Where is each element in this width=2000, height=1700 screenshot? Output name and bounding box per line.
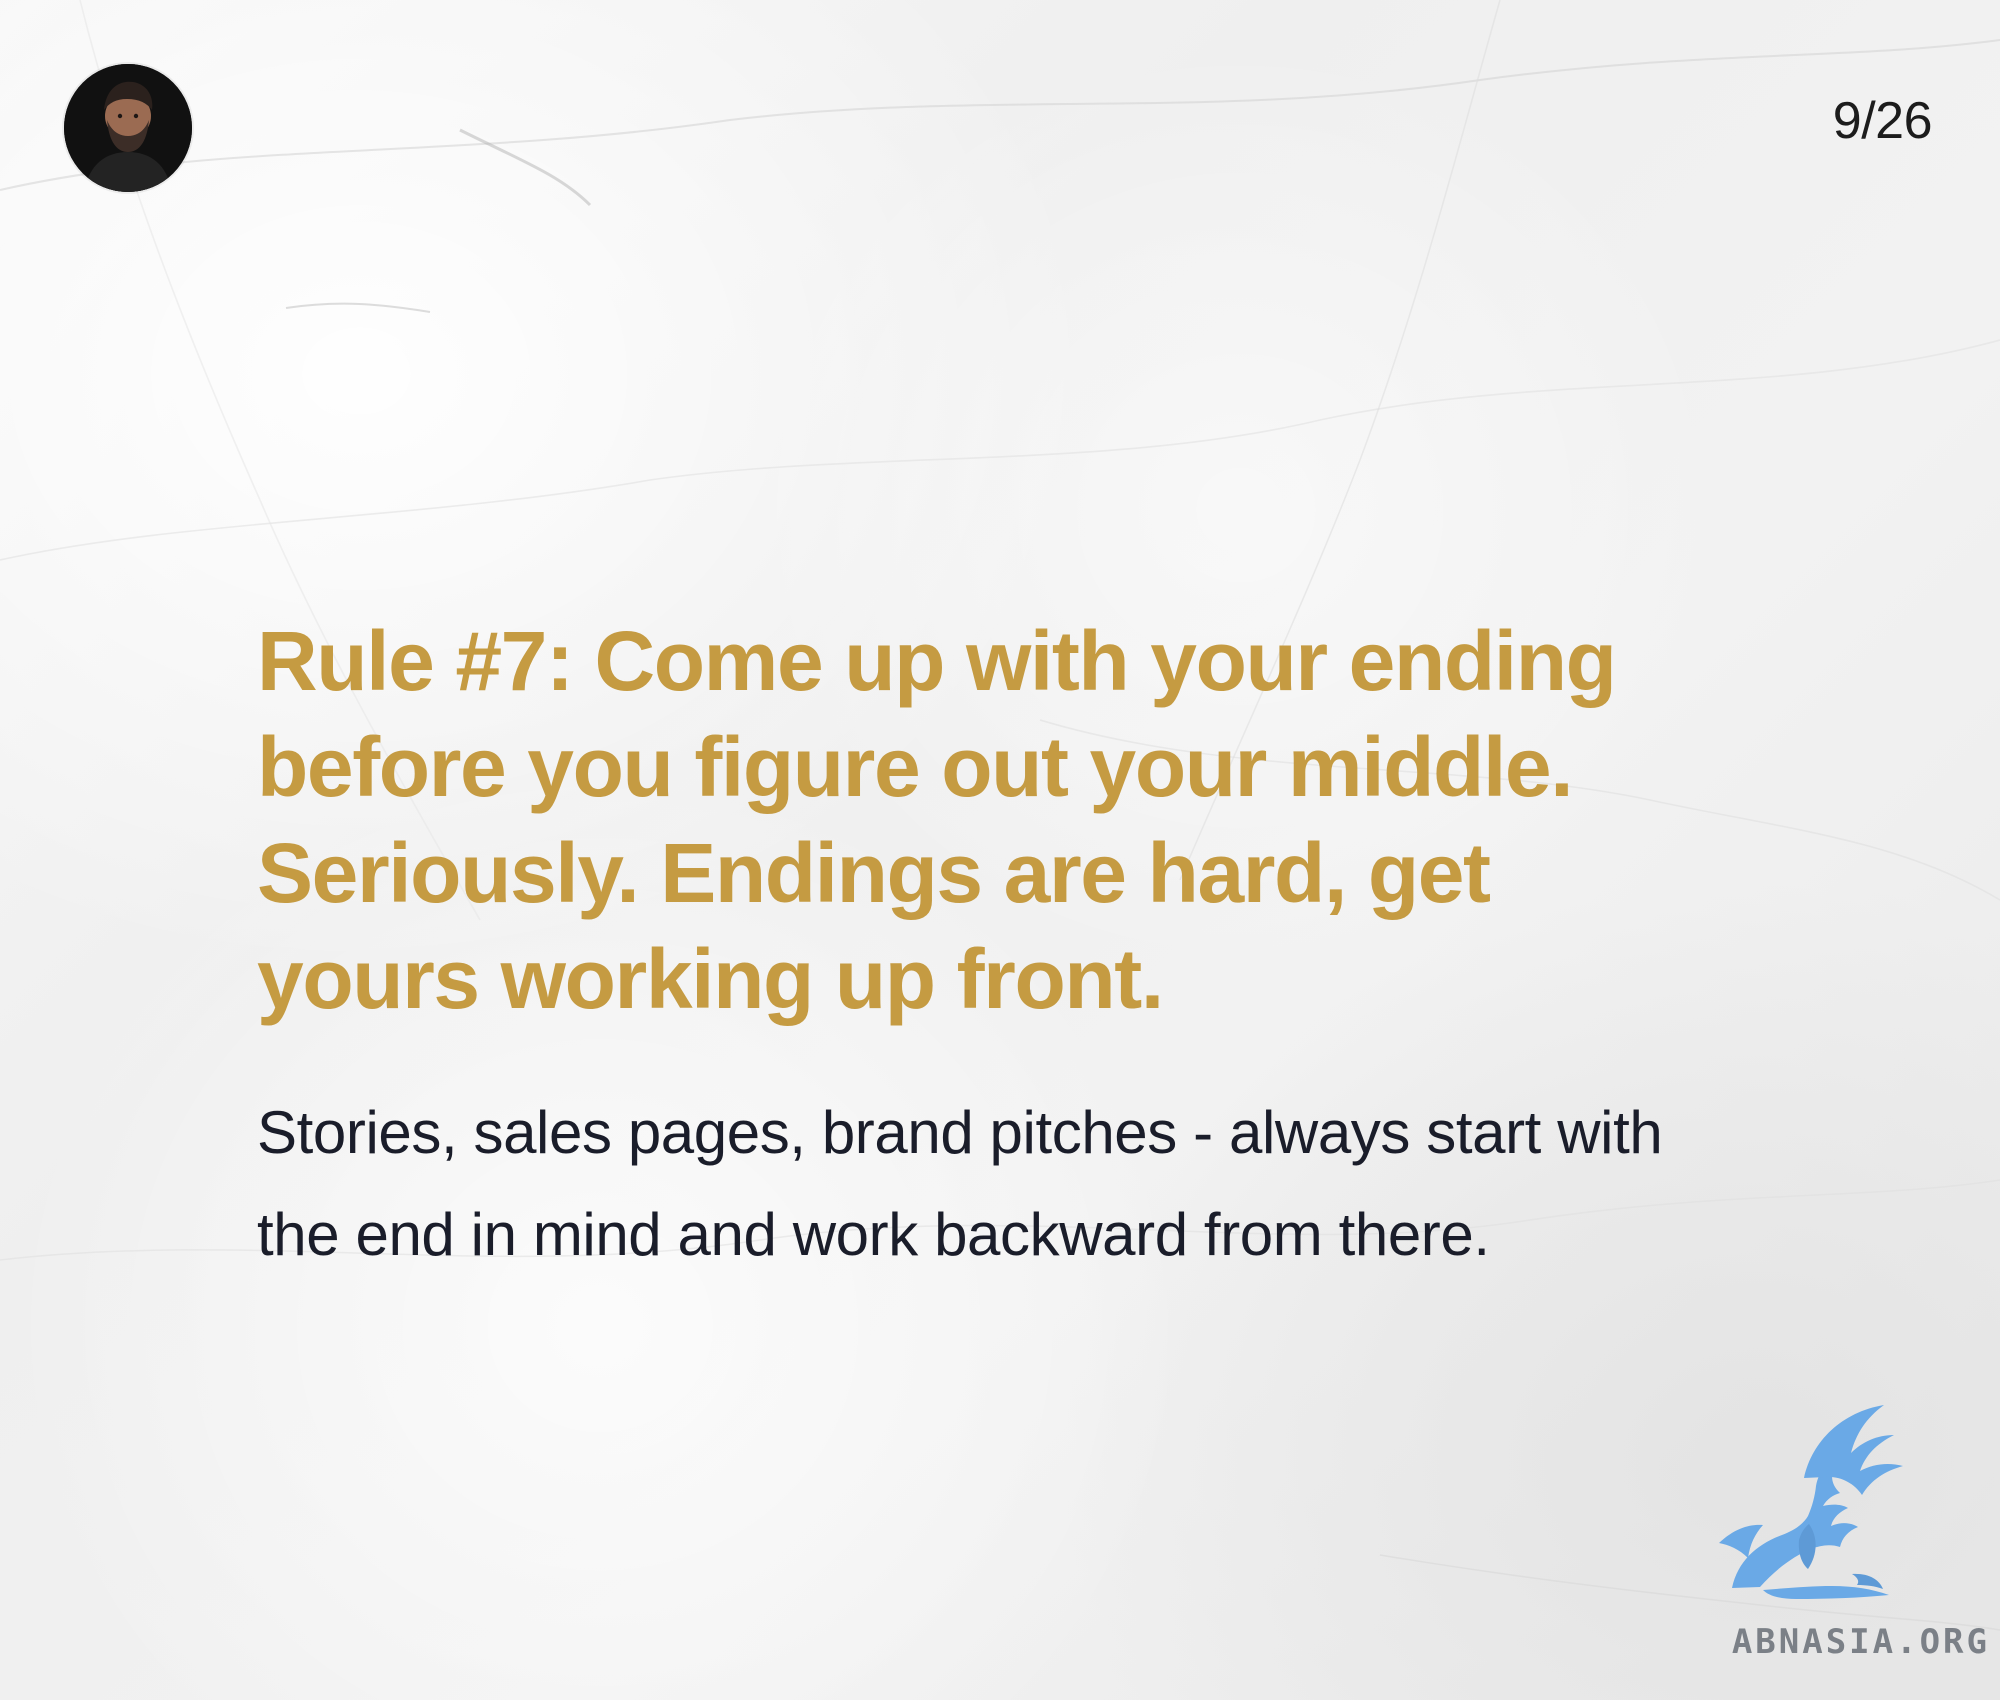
- rule-heading: Rule #7: Come up with your ending before…: [257, 614, 1617, 1026]
- rule-description: Stories, sales pages, brand pitches - al…: [257, 1099, 1663, 1268]
- watermark-text: ABNASIA.ORG: [1731, 1622, 1990, 1662]
- slide-content: Rule #7: Come up with your ending before…: [257, 608, 1707, 1286]
- griffin-logo-icon: [1700, 1398, 1930, 1628]
- avatar: [64, 64, 192, 192]
- page-counter: 9/26: [1832, 92, 1933, 150]
- presenter-avatar-image: [64, 64, 192, 192]
